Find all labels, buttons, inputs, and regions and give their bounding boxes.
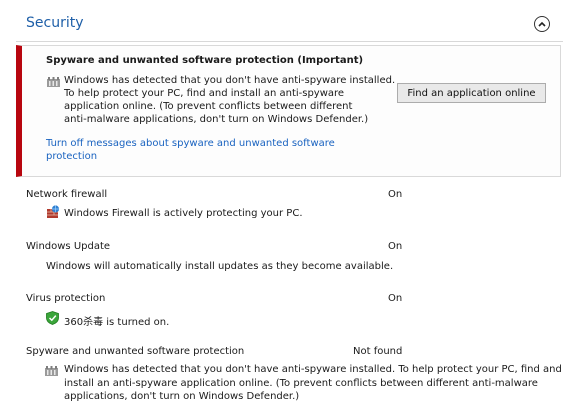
spyware-protection-label: Spyware and unwanted software protection bbox=[26, 346, 245, 357]
alert-message-line: anti-malware applications, don't turn on… bbox=[64, 114, 369, 125]
chevron-up-icon bbox=[538, 21, 546, 27]
castle-icon bbox=[47, 77, 60, 87]
castle-icon bbox=[45, 366, 58, 376]
shield-icon bbox=[46, 311, 59, 325]
header-divider bbox=[16, 41, 563, 42]
find-application-button[interactable]: Find an application online bbox=[397, 83, 546, 103]
virus-protection-detail: 360杀毒 is turned on. bbox=[64, 317, 170, 328]
alert-message-line: Windows has detected that you don't have… bbox=[64, 75, 396, 86]
windows-update-label: Windows Update bbox=[26, 241, 111, 252]
network-firewall-label: Network firewall bbox=[26, 189, 108, 200]
virus-protection-status: On bbox=[388, 293, 403, 304]
collapse-button[interactable] bbox=[534, 16, 550, 32]
turn-off-messages-link[interactable]: Turn off messages about spyware and unwa… bbox=[46, 137, 346, 163]
detail-line: Windows has detected that you don't have… bbox=[64, 364, 562, 375]
link-line[interactable]: Turn off messages about spyware and unwa… bbox=[46, 137, 346, 150]
spyware-protection-detail: Windows has detected that you don't have… bbox=[64, 363, 562, 404]
windows-update-detail: Windows will automatically install updat… bbox=[46, 261, 394, 272]
link-line[interactable]: protection bbox=[46, 150, 346, 163]
section-title: Security bbox=[26, 15, 84, 31]
windows-update-status: On bbox=[388, 241, 403, 252]
network-firewall-detail: Windows Firewall is actively protecting … bbox=[64, 208, 303, 219]
network-firewall-status: On bbox=[388, 189, 403, 200]
alert-message-line: application online. (To prevent conflict… bbox=[64, 101, 353, 112]
alert-title: Spyware and unwanted software protection… bbox=[46, 55, 364, 66]
alert-message-line: To help protect your PC, find and instal… bbox=[64, 88, 345, 99]
alert-message: Windows has detected that you don't have… bbox=[64, 74, 396, 126]
virus-protection-label: Virus protection bbox=[26, 293, 106, 304]
spyware-protection-status: Not found bbox=[353, 346, 403, 357]
detail-line: applications, don't turn on Windows Defe… bbox=[64, 391, 300, 402]
detail-line: install an anti-spyware application onli… bbox=[64, 377, 538, 389]
firewall-icon bbox=[47, 205, 60, 218]
